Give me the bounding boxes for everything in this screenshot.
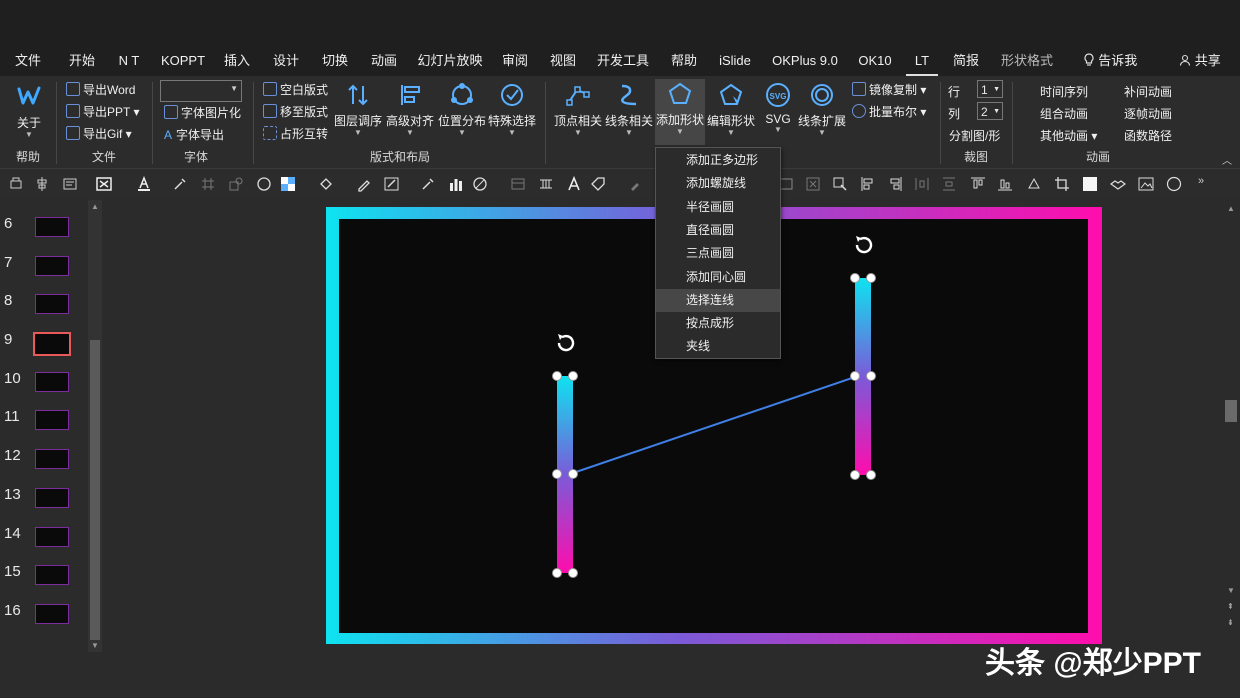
selection-handle[interactable] xyxy=(866,371,876,381)
dropdown-item[interactable]: 添加正多边形 xyxy=(656,149,780,172)
add-shape-dropdown: 添加正多边形 添加螺旋线 半径画圆 直径画圆 三点画圆 添加同心圆 选择连线 按点成形 夹线 xyxy=(655,147,781,359)
selection-handle[interactable] xyxy=(568,469,578,479)
dropdown-item[interactable]: 按点成形 xyxy=(656,312,780,335)
selection-handle[interactable] xyxy=(552,371,562,381)
rotate-handle-icon[interactable] xyxy=(557,334,575,352)
selection-handle[interactable] xyxy=(866,273,876,283)
connector-line[interactable] xyxy=(572,376,856,474)
dropdown-item[interactable]: 直径画圆 xyxy=(656,219,780,242)
dropdown-item[interactable]: 夹线 xyxy=(656,335,780,358)
selection-handle[interactable] xyxy=(850,470,860,480)
selection-handle[interactable] xyxy=(568,371,578,381)
selection-handle[interactable] xyxy=(866,470,876,480)
selection-handle[interactable] xyxy=(552,469,562,479)
selection-handle[interactable] xyxy=(568,568,578,578)
rotate-handle-icon[interactable] xyxy=(855,236,873,254)
dropdown-item[interactable]: 半径画圆 xyxy=(656,196,780,219)
dropdown-item[interactable]: 选择连线 xyxy=(656,288,780,312)
dropdown-item[interactable]: 三点画圆 xyxy=(656,242,780,265)
selection-handle[interactable] xyxy=(552,568,562,578)
selection-handle[interactable] xyxy=(850,371,860,381)
dropdown-item[interactable]: 添加同心圆 xyxy=(656,266,780,289)
selection-handle[interactable] xyxy=(850,273,860,283)
slide-shapes-layer xyxy=(552,236,876,578)
dropdown-item[interactable]: 添加螺旋线 xyxy=(656,172,780,195)
watermark: 头条 @郑少PPT xyxy=(985,647,1201,680)
